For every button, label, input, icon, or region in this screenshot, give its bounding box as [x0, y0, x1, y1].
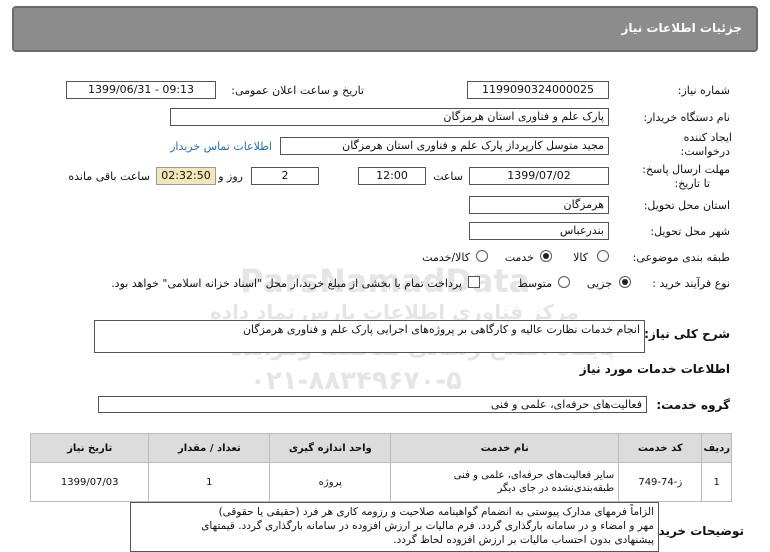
remaining-days-label: روز و — [218, 170, 243, 183]
deadline-date-field: 1399/07/02 — [469, 167, 609, 185]
col-header-unit: واحد اندازه گیری — [269, 433, 392, 463]
buyer-label: نام دستگاه خریدار: — [643, 111, 730, 124]
remaining-time-label: ساعت باقی مانده — [68, 170, 150, 183]
city-label: شهر محل تحویل: — [650, 225, 730, 238]
city-field: بندرعباس — [469, 222, 609, 240]
province-label: استان محل تحویل: — [643, 199, 730, 212]
col-header-quantity: تعداد / مقدار — [148, 433, 271, 463]
announce-date-label: تاریخ و ساعت اعلان عمومی: — [231, 84, 364, 97]
province-field: هرمزگان — [469, 196, 609, 214]
need-number-label: شماره نیاز: — [677, 84, 730, 97]
need-number-field: 1199090324000025 — [467, 81, 609, 99]
category-radio-goods[interactable] — [597, 250, 609, 262]
page-header: جزئیات اطلاعات نیاز — [12, 6, 758, 52]
creator-label-line2: درخواست: — [680, 145, 730, 158]
service-group-field: فعالیت‌های حرفه‌ای، علمی و فنی — [98, 396, 647, 413]
deadline-time-label: ساعت — [433, 170, 463, 183]
process-option-medium: متوسط — [517, 277, 552, 290]
col-header-need-date: تاریخ نیاز — [29, 433, 150, 463]
page-title: جزئیات اطلاعات نیاز — [621, 21, 742, 35]
cell-unit: پروژه — [269, 462, 392, 502]
services-heading: اطلاعات خدمات مورد نیاز — [579, 362, 730, 376]
category-option-goods-service: کالا/خدمت — [422, 251, 470, 264]
deadline-label-line1: مهلت ارسال پاسخ: — [642, 163, 730, 176]
buyer-field: پارک علم و فناوری استان هرمزگان — [170, 108, 609, 126]
process-option-minor: جزیی — [586, 277, 612, 290]
process-label: نوع فرآیند خرید : — [652, 277, 730, 290]
cell-need-date: 1399/07/03 — [29, 462, 150, 502]
creator-label-line1: ایجاد کننده — [683, 131, 732, 144]
deadline-time-field: 12:00 — [358, 167, 426, 185]
cell-quantity: 1 — [148, 462, 271, 502]
watermark-phone: ۰۲۱-۸۸۳۴۹۶۷۰-۵ — [250, 366, 463, 396]
creator-field: مجید متوسل کارپرداز پارک علم و فناوری اس… — [280, 137, 609, 155]
category-label: طبقه بندی موضوعی: — [632, 251, 730, 264]
buyer-notes-line-2: مهر و امضاء و در سامانه بارگذاری گردد. ف… — [201, 520, 654, 532]
cell-service-code: ز-74-749 — [618, 462, 703, 502]
service-group-label: گروه خدمت: — [656, 398, 730, 412]
remaining-time-field: 02:32:50 — [156, 167, 216, 185]
table-header-row: ردیف کد خدمت نام خدمت واحد اندازه گیری ت… — [29, 433, 732, 463]
category-radio-service[interactable] — [540, 250, 552, 262]
announce-date-field: 1399/06/31 - 09:13 — [66, 81, 216, 99]
category-radio-goods-service[interactable] — [476, 250, 488, 262]
deadline-label-line2: تا تاریخ: — [674, 177, 710, 190]
col-header-row-number: ردیف — [701, 433, 732, 463]
buyer-notes-line-1: الزاماً فرمهای مدارک پیوستی به انضمام گو… — [218, 506, 654, 518]
description-label: شرح کلی نیاز: — [644, 327, 730, 341]
description-field: انجام خدمات نظارت عالیه و کارگاهی بر پرو… — [94, 320, 645, 353]
cell-row-number: 1 — [701, 462, 732, 502]
treasury-payment-checkbox[interactable] — [468, 276, 480, 288]
services-table: ردیف کد خدمت نام خدمت واحد اندازه گیری ت… — [29, 433, 732, 502]
process-radio-medium[interactable] — [558, 276, 570, 288]
buyer-contact-link[interactable]: اطلاعات تماس خریدار — [170, 140, 272, 153]
remaining-days-field: 2 — [251, 167, 319, 185]
cell-service-name: سایر فعالیت‌های حرفه‌ای، علمی و فنی طبقه… — [390, 462, 620, 502]
col-header-service-name: نام خدمت — [390, 433, 620, 463]
table-row: 1 ز-74-749 سایر فعالیت‌های حرفه‌ای، علمی… — [29, 462, 732, 502]
process-radio-minor[interactable] — [619, 276, 631, 288]
treasury-payment-note: پرداخت تمام یا بخشی از مبلغ خرید،از محل … — [111, 277, 462, 290]
col-header-service-code: کد خدمت — [618, 433, 703, 463]
category-option-service: خدمت — [504, 251, 534, 264]
category-option-goods: کالا — [573, 251, 588, 264]
